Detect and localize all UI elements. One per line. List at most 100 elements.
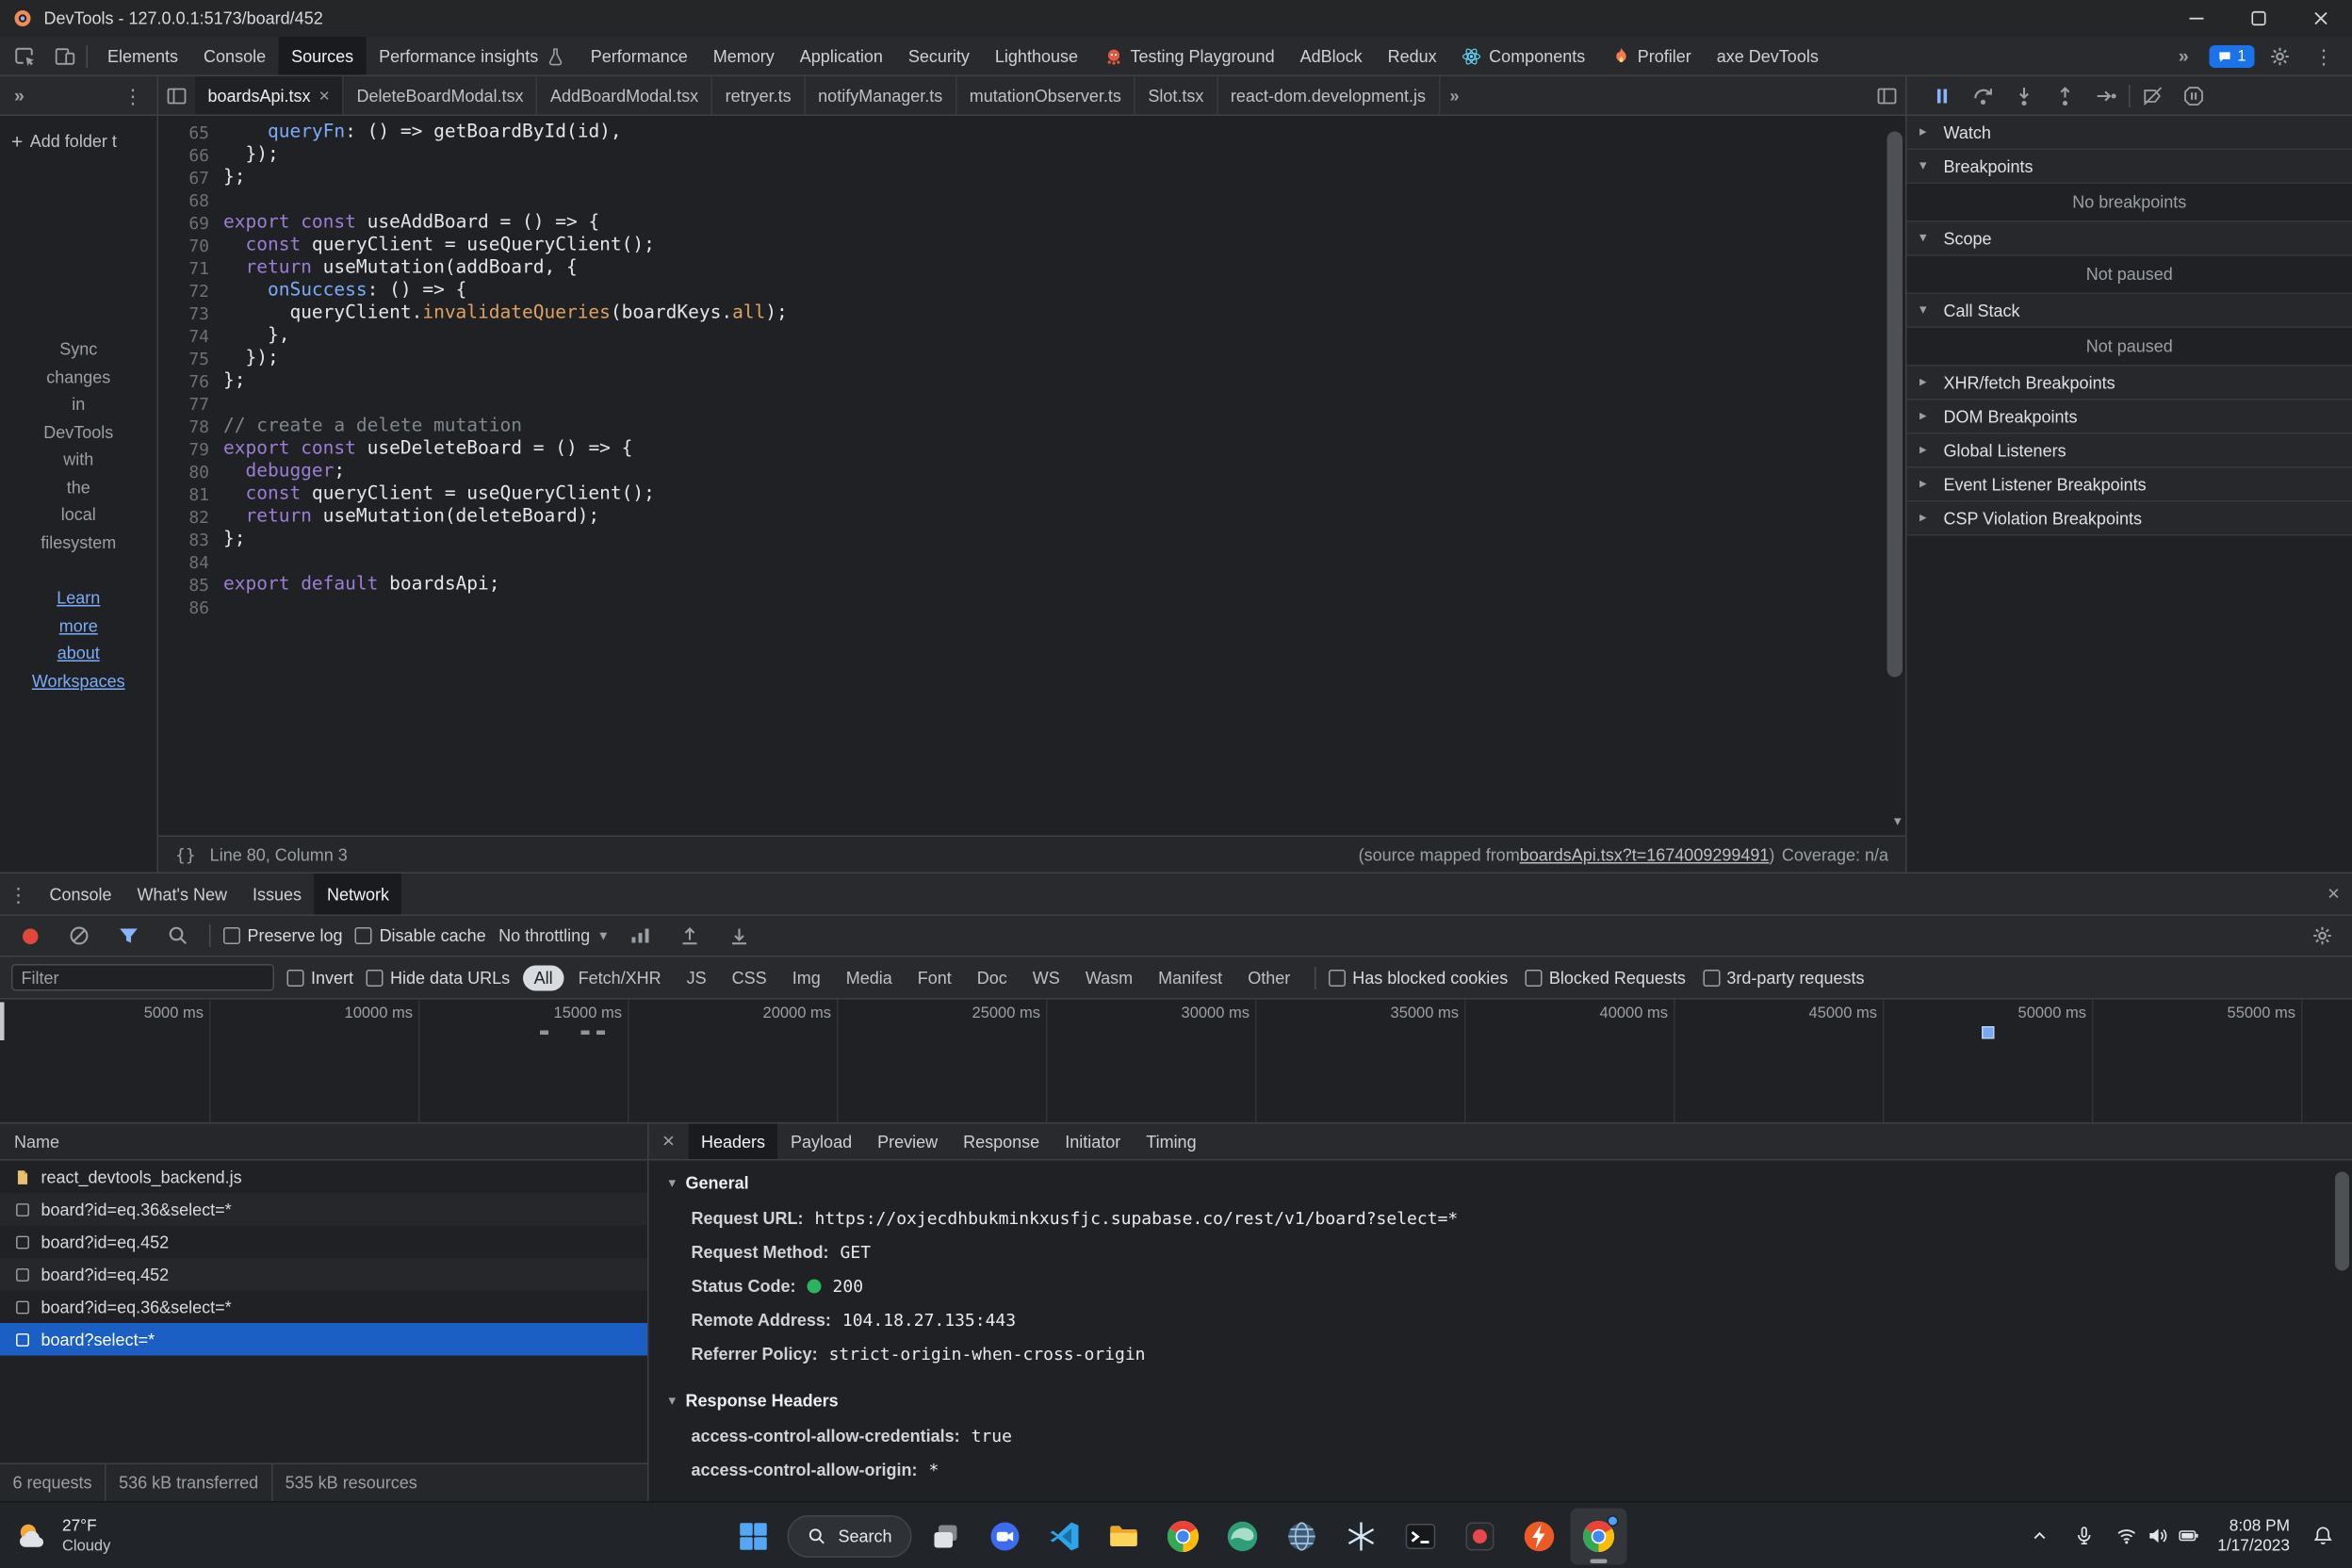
line-number[interactable]: 69 <box>158 212 223 235</box>
taskbar-clock[interactable]: 8:08 PM 1/17/2023 <box>2212 1516 2295 1556</box>
drawer-tab-issues[interactable]: Issues <box>240 874 315 915</box>
taskbar-search-box[interactable]: Search <box>787 1514 911 1557</box>
code-editor[interactable]: 65 queryFn: () => getBoardById(id),66 })… <box>158 116 1905 836</box>
code-text[interactable]: const queryClient = useQueryClient(); <box>223 483 655 506</box>
close-details-button[interactable]: × <box>649 1124 689 1158</box>
editor-scrollbar[interactable] <box>1887 127 1903 808</box>
code-text[interactable]: return useMutation(addBoard, { <box>223 257 578 280</box>
filter-type-other[interactable]: Other <box>1236 965 1301 990</box>
code-text[interactable]: }, <box>223 325 289 348</box>
request-row[interactable]: board?select=* <box>0 1323 647 1356</box>
issues-counter-badge[interactable]: 1 <box>2209 44 2254 67</box>
filter-toggle-button[interactable] <box>110 919 147 953</box>
filter-type-fetch-xhr[interactable]: Fetch/XHR <box>567 965 673 990</box>
filter-type-media[interactable]: Media <box>835 965 904 990</box>
line-number[interactable]: 66 <box>158 144 223 167</box>
throttling-select[interactable]: No throttling ▼ <box>498 926 610 946</box>
import-har-button[interactable] <box>672 919 709 953</box>
file-tab-slot-tsx[interactable]: Slot.tsx <box>1135 76 1218 115</box>
section-global-listeners[interactable]: ▸Global Listeners <box>1907 434 2352 468</box>
deactivate-breakpoints-button[interactable] <box>2134 78 2171 112</box>
network-volume-battery-button[interactable] <box>2112 1526 2204 1547</box>
network-filter-input[interactable] <box>11 964 274 991</box>
request-row[interactable]: board?id=eq.36&select=* <box>0 1193 647 1226</box>
details-scrollbar-thumb[interactable] <box>2335 1172 2349 1271</box>
line-number[interactable]: 65 <box>158 122 223 144</box>
close-tab-icon[interactable]: × <box>319 85 330 106</box>
disable-cache-checkbox[interactable]: Disable cache <box>355 926 486 946</box>
drawer-tab-console[interactable]: Console <box>37 874 124 915</box>
microphone-tray-button[interactable] <box>2066 1519 2103 1553</box>
more-panels-button[interactable]: » <box>2165 39 2202 73</box>
filter-type-img[interactable]: Img <box>781 965 832 990</box>
code-text[interactable]: queryFn: () => getBoardById(id), <box>223 122 622 144</box>
taskbar-vscode-button[interactable] <box>1037 1508 1093 1564</box>
code-text[interactable]: }); <box>223 144 279 167</box>
taskbar-snowflake-button[interactable] <box>1333 1508 1390 1564</box>
code-text[interactable]: export const useAddBoard = () => { <box>223 212 599 235</box>
code-text[interactable]: queryClient.invalidateQueries(boardKeys.… <box>223 302 788 325</box>
code-text[interactable]: onSuccess: () => { <box>223 280 466 302</box>
filter-type-css[interactable]: CSS <box>721 965 778 990</box>
tab-console[interactable]: Console <box>191 37 279 75</box>
preserve-log-checkbox[interactable]: Preserve log <box>223 926 343 946</box>
line-number[interactable]: 80 <box>158 461 223 483</box>
search-network-button[interactable] <box>160 919 197 953</box>
add-folder-button[interactable]: + Add folder t <box>0 130 157 153</box>
file-tab-addboardmodal-tsx[interactable]: AddBoardModal.tsx <box>538 76 713 115</box>
code-text[interactable]: }; <box>223 370 245 393</box>
export-har-button[interactable] <box>722 919 759 953</box>
notification-center-button[interactable] <box>2304 1519 2341 1553</box>
settings-button[interactable] <box>2262 39 2298 73</box>
section-dom-breakpoints[interactable]: ▸DOM Breakpoints <box>1907 400 2352 434</box>
taskbar-red-app-button[interactable] <box>1452 1508 1509 1564</box>
tab-axe-devtools[interactable]: axe DevTools <box>1704 37 1831 75</box>
section-xhr-fetch-breakpoints[interactable]: ▸XHR/fetch Breakpoints <box>1907 367 2352 400</box>
network-conditions-button[interactable] <box>623 919 660 953</box>
line-number[interactable]: 70 <box>158 235 223 257</box>
close-drawer-button[interactable]: × <box>2315 877 2352 911</box>
start-button[interactable] <box>725 1508 781 1564</box>
pretty-print-button[interactable]: {} <box>175 844 196 864</box>
request-row[interactable]: react_devtools_backend.js <box>0 1161 647 1194</box>
record-network-log-button[interactable] <box>11 919 48 953</box>
tab-redux[interactable]: Redux <box>1375 37 1449 75</box>
line-number[interactable]: 85 <box>158 574 223 596</box>
filter-type-ws[interactable]: WS <box>1021 965 1071 990</box>
line-number[interactable]: 68 <box>158 189 223 212</box>
step-into-button[interactable] <box>2006 78 2043 112</box>
line-number[interactable]: 79 <box>158 438 223 461</box>
taskbar-file-explorer-button[interactable] <box>1096 1508 1152 1564</box>
overview-drag-handle[interactable] <box>0 1003 5 1041</box>
code-text[interactable]: }; <box>223 167 245 189</box>
device-toolbar-button[interactable] <box>47 39 84 73</box>
file-tab-mutationobserver-ts[interactable]: mutationObserver.ts <box>956 76 1135 115</box>
filter-type-doc[interactable]: Doc <box>966 965 1019 990</box>
headers-section-response-headers[interactable]: ▾Response Headers <box>649 1382 2352 1419</box>
section-watch[interactable]: ▸Watch <box>1907 116 2352 150</box>
tab-profiler[interactable]: Profiler <box>1598 37 1705 75</box>
step-button[interactable] <box>2088 78 2125 112</box>
file-tab-deleteboardmodal-tsx[interactable]: DeleteBoardModal.tsx <box>344 76 538 115</box>
step-over-button[interactable] <box>1965 78 2001 112</box>
details-tab-response[interactable]: Response <box>951 1124 1053 1160</box>
customize-devtools-button[interactable]: ⋮ <box>2306 39 2343 73</box>
maximize-button[interactable] <box>2228 0 2290 37</box>
step-out-button[interactable] <box>2047 78 2083 112</box>
source-map-link[interactable]: boardsApi.tsx?t=1674009299491 <box>1520 844 1770 864</box>
details-tab-timing[interactable]: Timing <box>1134 1124 1209 1160</box>
line-number[interactable]: 67 <box>158 167 223 189</box>
navigator-more-tabs-icon[interactable]: » <box>14 87 24 106</box>
code-text[interactable]: const queryClient = useQueryClient(); <box>223 235 655 257</box>
details-tab-headers[interactable]: Headers <box>689 1124 778 1160</box>
network-overview-timeline[interactable]: 5000 ms10000 ms15000 ms20000 ms25000 ms3… <box>0 1000 2352 1124</box>
section-scope[interactable]: ▾Scope <box>1907 222 2352 256</box>
file-tab-retryer-ts[interactable]: retryer.ts <box>712 76 806 115</box>
line-number[interactable]: 73 <box>158 302 223 325</box>
drawer-tab-what-s-new[interactable]: What's New <box>124 874 239 915</box>
toggle-navigator-button[interactable] <box>158 78 195 112</box>
network-settings-button[interactable] <box>2304 919 2341 953</box>
file-tab-notifymanager-ts[interactable]: notifyManager.ts <box>806 76 957 115</box>
file-tab-react-dom-development-js[interactable]: react-dom.development.js <box>1217 76 1440 115</box>
line-number[interactable]: 77 <box>158 393 223 416</box>
